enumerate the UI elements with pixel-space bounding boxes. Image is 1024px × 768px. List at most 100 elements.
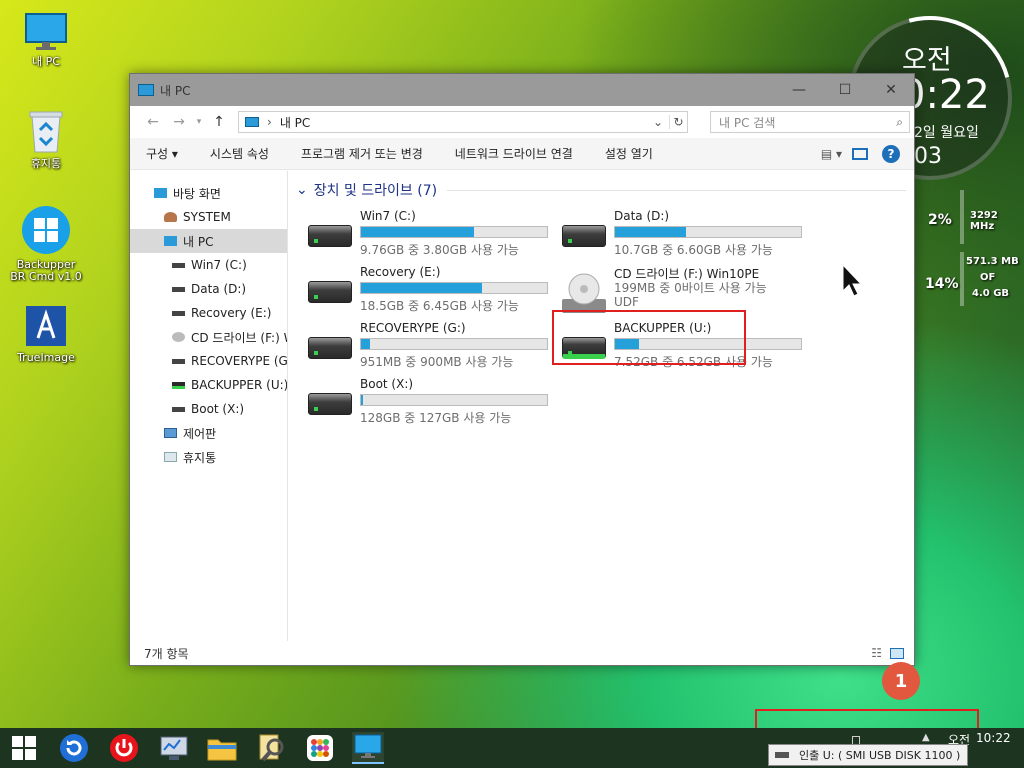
- drive-usage-fill: [361, 227, 475, 237]
- drive-icon: [172, 406, 185, 412]
- desktop-icon-recycle-bin[interactable]: 휴지통: [10, 108, 82, 170]
- drive-tile[interactable]: Data (D:) 10.7GB 중 6.60GB 사용 가능: [552, 209, 802, 261]
- organize-button[interactable]: 구성 ▾: [130, 145, 194, 162]
- eject-notification[interactable]: 인출 U: ( SMI USB DISK 1100 ): [768, 744, 968, 766]
- recent-chevron-icon[interactable]: ▾: [192, 117, 206, 127]
- monitor-icon: [164, 236, 177, 246]
- start-button[interactable]: [8, 732, 40, 764]
- drive-name: Data (D:): [614, 209, 670, 223]
- hard-drive-icon: [562, 225, 606, 247]
- search-placeholder: 내 PC 검색: [719, 115, 776, 130]
- nav-label: Data (D:): [191, 282, 247, 296]
- drive-tile[interactable]: Recovery (E:) 18.5GB 중 6.45GB 사용 가능: [298, 265, 548, 317]
- back-arrow-icon[interactable]: ←: [140, 114, 166, 130]
- drive-tile[interactable]: RECOVERYPE (G:) 951MB 중 900MB 사용 가능: [298, 321, 548, 373]
- address-row: ← → ▾ ↑ › 내 PC ⌄ ↻ 내 PC 검색 ⌕: [130, 106, 914, 138]
- recycle-bin-icon: [164, 452, 177, 462]
- nav-item-system[interactable]: SYSTEM: [130, 205, 287, 229]
- nav-item-drive-d[interactable]: Data (D:): [130, 277, 287, 301]
- nav-label: 제어판: [183, 426, 217, 441]
- taskbar-file-explorer[interactable]: [206, 732, 238, 764]
- refresh-icon[interactable]: ↻: [669, 115, 687, 129]
- drive-name: Boot (X:): [360, 377, 414, 391]
- content-pane: ⌄ 장치 및 드라이브 (7) Win7 (C:) 9.76GB 중 3.80G…: [288, 171, 914, 641]
- address-bar[interactable]: › 내 PC ⌄ ↻: [238, 111, 688, 133]
- help-icon[interactable]: ?: [882, 144, 900, 163]
- system-monitor-icon: [160, 736, 188, 760]
- open-settings-button[interactable]: 설정 열기: [589, 145, 669, 162]
- cpu-frequency: 3292 MHz: [970, 210, 998, 232]
- taskbar-power-button[interactable]: [108, 732, 140, 764]
- refresh-circle-icon: [60, 734, 88, 762]
- tray-clock-time[interactable]: 10:22: [976, 731, 1011, 745]
- mouse-cursor-icon: [842, 264, 863, 297]
- nav-item-drive-f[interactable]: CD 드라이브 (F:) Win10PE: [130, 325, 287, 349]
- search-input[interactable]: 내 PC 검색 ⌕: [710, 111, 910, 133]
- drive-usage-bar: [360, 394, 548, 406]
- taskbar-system-monitor[interactable]: [158, 732, 190, 764]
- search-icon: ⌕: [896, 114, 903, 129]
- drive-usage-bar: [614, 226, 802, 238]
- taskbar-app-grid[interactable]: [304, 732, 336, 764]
- view-options-icon[interactable]: ▤ ▾: [821, 147, 842, 161]
- nav-label: 내 PC: [183, 234, 214, 249]
- desktop-icon-backupper[interactable]: Backupper BR Cmd v1.0: [10, 205, 82, 283]
- window-body: 바탕 화면 SYSTEM 내 PC Win7 (C:) Data (D:) Re…: [130, 171, 914, 641]
- taskbar-search-tool[interactable]: [256, 732, 288, 764]
- tray-chevron-icon[interactable]: ▲: [922, 732, 930, 743]
- preview-pane-icon[interactable]: [852, 147, 868, 160]
- nav-item-recycle-bin[interactable]: 휴지통: [130, 445, 287, 469]
- nav-label: RECOVERYPE (G:): [191, 354, 287, 368]
- power-icon: [110, 734, 138, 762]
- drive-usage-bar: [360, 338, 548, 350]
- forward-arrow-icon[interactable]: →: [166, 114, 192, 130]
- nav-item-drive-x[interactable]: Boot (X:): [130, 397, 287, 421]
- nav-item-my-pc[interactable]: 내 PC: [130, 229, 287, 253]
- drive-free-space: 128GB 중 127GB 사용 가능: [360, 411, 512, 425]
- monitor-icon: [25, 13, 67, 50]
- nav-item-control-panel[interactable]: 제어판: [130, 421, 287, 445]
- clock-date: 2일 월요일: [914, 125, 979, 141]
- maximize-button[interactable]: ☐: [822, 74, 868, 106]
- minimize-button[interactable]: —: [776, 74, 822, 106]
- drive-icon: [172, 358, 185, 364]
- memory-of-label: OF: [980, 272, 996, 283]
- address-monitor-icon: [245, 117, 259, 127]
- close-button[interactable]: ✕: [868, 74, 914, 106]
- map-network-drive-button[interactable]: 네트워크 드라이브 연결: [439, 145, 589, 162]
- window-monitor-icon: [138, 84, 154, 96]
- taskbar-my-pc-window[interactable]: [352, 732, 384, 764]
- step-badge: 1: [882, 662, 920, 700]
- desktop-icon-trueimage[interactable]: TrueImage: [10, 304, 82, 364]
- section-header-devices[interactable]: ⌄ 장치 및 드라이브 (7): [296, 180, 906, 200]
- drive-usage-fill: [615, 227, 686, 237]
- title-bar[interactable]: 내 PC — ☐ ✕: [130, 74, 914, 106]
- eject-notification-text: 인출 U: ( SMI USB DISK 1100 ): [799, 749, 961, 762]
- nav-item-desktop[interactable]: 바탕 화면: [130, 181, 287, 205]
- drive-tile[interactable]: Boot (X:) 128GB 중 127GB 사용 가능: [298, 377, 548, 429]
- drive-tile[interactable]: Win7 (C:) 9.76GB 중 3.80GB 사용 가능: [298, 209, 548, 261]
- nav-label: BACKUPPER (U:): [191, 378, 287, 392]
- taskbar-refresh-app[interactable]: [58, 732, 90, 764]
- nav-item-drive-e[interactable]: Recovery (E:): [130, 301, 287, 325]
- nav-item-drive-c[interactable]: Win7 (C:): [130, 253, 287, 277]
- nav-item-drive-u[interactable]: BACKUPPER (U:): [130, 373, 287, 397]
- drive-usage-fill: [361, 395, 363, 405]
- desktop-icon-my-pc[interactable]: 내 PC: [10, 12, 82, 68]
- explorer-window[interactable]: 내 PC — ☐ ✕ ← → ▾ ↑ › 내 PC ⌄ ↻ 내 PC 검색 ⌕ …: [129, 73, 915, 666]
- section-title: 장치 및 드라이브 (7): [313, 183, 438, 199]
- nav-label: Recovery (E:): [191, 306, 272, 320]
- highlight-box-backupper-drive: [552, 310, 746, 365]
- details-view-icon[interactable]: ☷: [871, 646, 882, 660]
- large-icons-view-icon[interactable]: [890, 647, 904, 659]
- drive-icon: [172, 262, 185, 268]
- uninstall-program-button[interactable]: 프로그램 제거 또는 변경: [285, 145, 439, 162]
- system-properties-button[interactable]: 시스템 속성: [194, 145, 285, 162]
- address-dropdown-icon[interactable]: ⌄: [653, 115, 669, 129]
- hard-drive-icon: [308, 337, 352, 359]
- window-title: 내 PC: [160, 83, 191, 98]
- up-arrow-icon[interactable]: ↑: [206, 114, 232, 130]
- drive-usage-fill: [361, 283, 482, 293]
- folder-icon: [207, 739, 237, 761]
- nav-item-drive-g[interactable]: RECOVERYPE (G:): [130, 349, 287, 373]
